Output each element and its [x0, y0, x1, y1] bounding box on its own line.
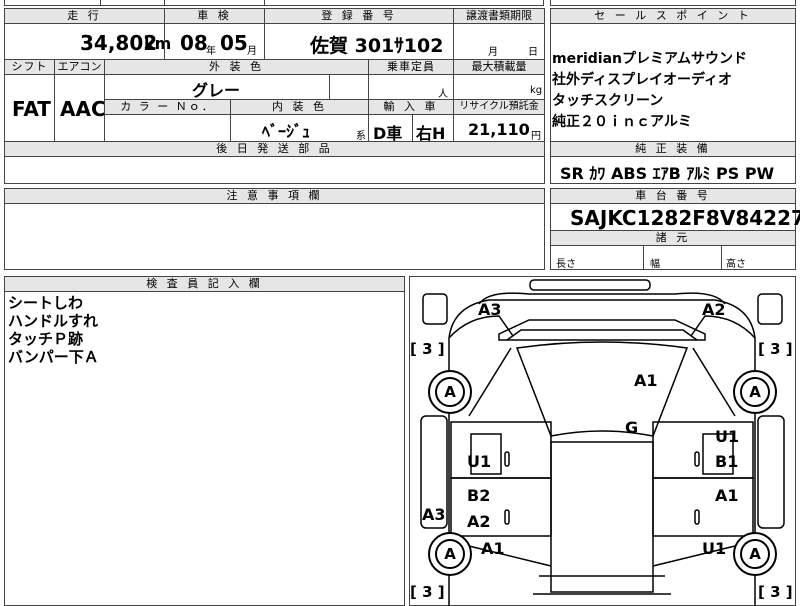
shift-header: シフト: [4, 59, 55, 75]
dimensions-header: 諸 元: [550, 230, 796, 246]
sales-point-item: meridianプレミアムサウンド: [552, 51, 748, 67]
mark-front-right-door-b: B1: [715, 452, 739, 471]
mark-rear-left-door-b: A2: [467, 512, 491, 531]
exterior-color-header: 外 装 色: [104, 59, 369, 75]
transfer-day-unit: 日: [528, 47, 538, 58]
rear-left-wheel: A: [428, 532, 472, 576]
inspector-header: 検 査 員 記 入 欄: [4, 276, 405, 292]
exterior-color-value: グレー: [192, 81, 241, 100]
max-load-unit: kg: [530, 85, 543, 96]
inspector-note-line: タッチＰ跡: [8, 330, 84, 348]
aircon-value: AAC: [60, 97, 106, 121]
capacity-unit: 人: [438, 89, 448, 100]
mark-front-right-door-a: U1: [715, 427, 740, 446]
inspector-notes: シートしわ ハンドルすれ タッチＰ跡 バンパー下Ａ: [8, 294, 99, 366]
tire-tread-front-left: [ 3 ]: [410, 340, 445, 358]
dimension-width: 幅: [650, 259, 660, 270]
mark-front-left-door: U1: [467, 452, 492, 471]
transfer-month-unit: 月: [488, 47, 498, 58]
mark-rear-left-door-a: B2: [467, 486, 491, 505]
sales-points-list: meridianプレミアムサウンド 社外ディスプレイオーディオ タッチスクリーン…: [552, 50, 792, 134]
later-parts-area: [4, 156, 545, 184]
inspection-month-unit: 月: [247, 46, 257, 57]
inspector-note-line: シートしわ: [8, 294, 84, 312]
interior-color-suffix: 系: [356, 131, 366, 142]
front-right-wheel: A: [733, 370, 777, 414]
shift-value: FAT: [12, 97, 51, 121]
tire-tread-rear-left: [ 3 ]: [410, 583, 445, 601]
dimension-length: 長さ: [556, 259, 576, 270]
rear-right-wheel: A: [733, 532, 777, 576]
inspection-header: 車 検: [164, 8, 265, 24]
interior-color-value: ﾍﾞｰｼﾞｭ: [262, 122, 311, 141]
sales-point-item: 純正２０ｉｎｃアルミ: [552, 114, 692, 130]
recycle-header: リサイクル預託金: [453, 99, 545, 115]
interior-color-header: 内 装 色: [230, 99, 369, 115]
mark-rear-right-door: A1: [715, 486, 739, 505]
recycle-amount: 21,110: [468, 120, 530, 139]
mark-front-left-corner: A3: [478, 300, 502, 319]
front-left-wheel: A: [428, 370, 472, 414]
mileage-header: 走 行: [4, 8, 165, 24]
mark-front-right-corner: A2: [702, 300, 726, 319]
color-no-header: カ ラ ー Ｎｏ．: [104, 99, 231, 115]
inspector-note-line: ハンドルすれ: [8, 312, 99, 330]
inspection-month: 05: [220, 31, 248, 55]
inspection-year: 08: [180, 31, 208, 55]
chassis-number: SAJKC1282F8V84227: [570, 206, 800, 230]
recycle-unit: 円: [531, 131, 541, 142]
registration-header: 登 録 番 号: [264, 8, 454, 24]
dimension-height: 高さ: [726, 259, 746, 270]
genuine-equipment-value: SR ｶﾜ ABS ｴｱB ｱﾙﾐ PS PW: [560, 164, 775, 183]
tire-tread-rear-right: [ 3 ]: [758, 583, 793, 601]
inspection-year-unit: 年: [206, 46, 216, 57]
registration-value: 佐賀 301ｻ102: [310, 35, 444, 57]
chassis-header: 車 台 番 号: [550, 188, 796, 204]
genuine-equipment-header: 純 正 装 備: [550, 141, 796, 157]
mark-left-quarter-b: A1: [481, 539, 505, 558]
import-header: 輸 入 車: [368, 99, 454, 115]
sales-points-header: セ ー ル ス ポ イ ン ト: [550, 8, 796, 24]
later-parts-header: 後 日 発 送 部 品: [4, 141, 545, 157]
capacity-header: 乗車定員: [368, 59, 454, 75]
transfer-deadline-header: 譲渡書類期限: [453, 8, 545, 24]
sales-point-item: 社外ディスプレイオーディオ: [552, 72, 733, 88]
tire-tread-front-right: [ 3 ]: [758, 340, 793, 358]
max-load-header: 最大積載量: [453, 59, 545, 75]
top-strip: [4, 0, 544, 6]
mark-right-quarter: U1: [702, 539, 727, 558]
mark-hood: A1: [634, 371, 658, 390]
mark-left-quarter-a: A3: [422, 505, 446, 524]
mark-windshield: G: [625, 418, 639, 437]
sales-point-item: タッチスクリーン: [552, 93, 664, 109]
aircon-header: エアコン: [54, 59, 105, 75]
notes-header: 注 意 事 項 欄: [4, 188, 545, 204]
inspector-note-line: バンパー下Ａ: [8, 348, 99, 366]
